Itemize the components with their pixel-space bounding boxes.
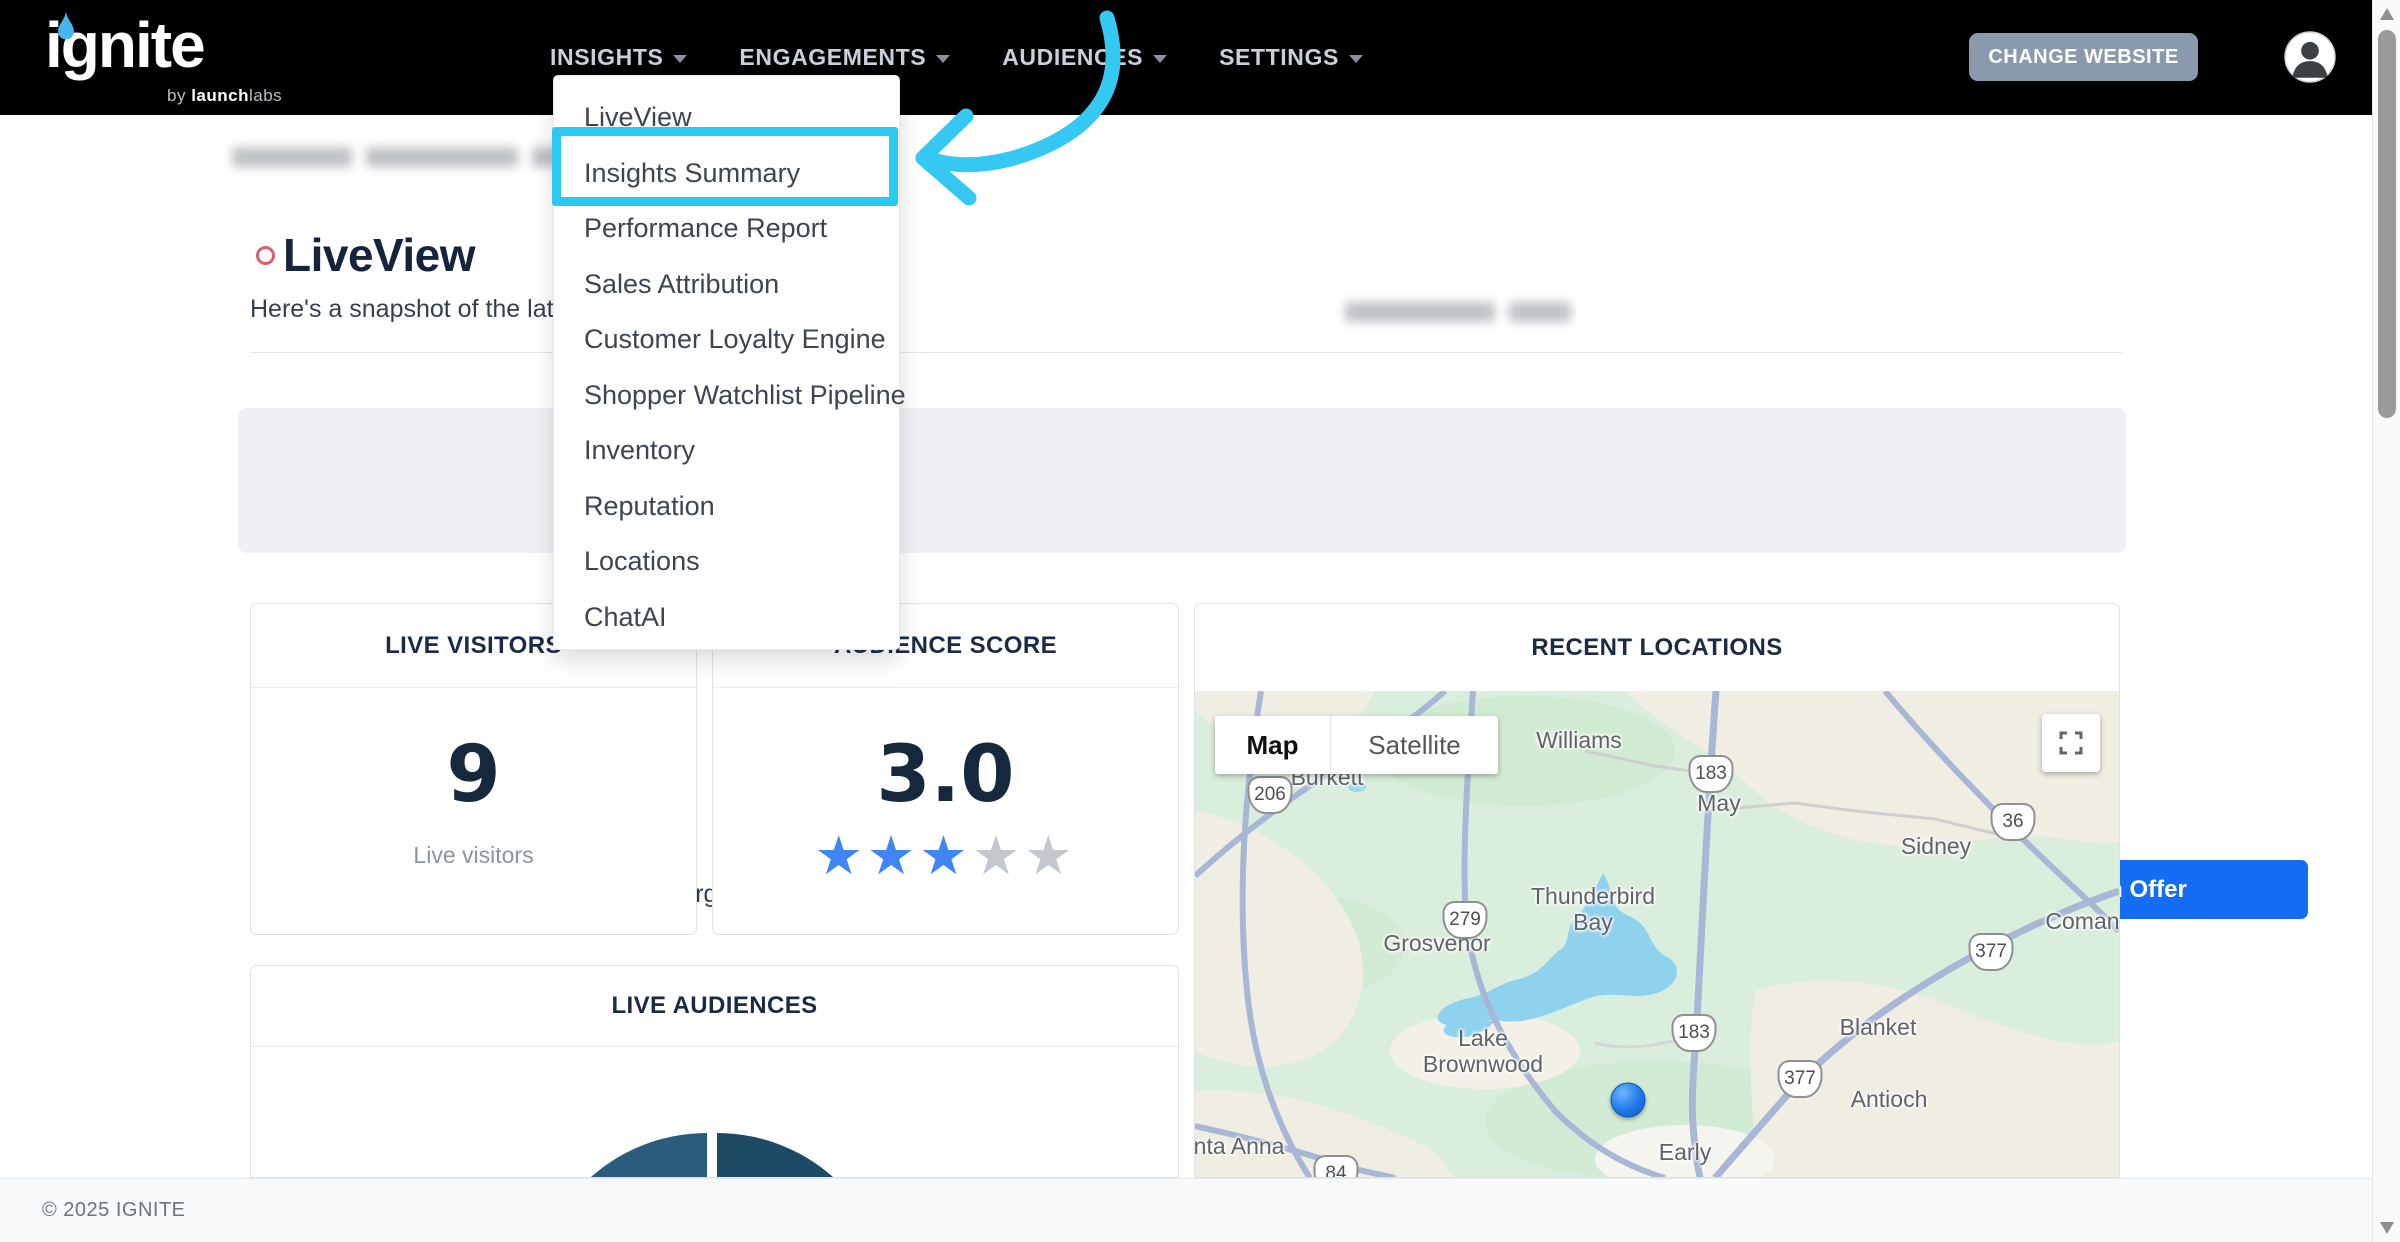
ignite-logo[interactable]: ignite by launchlabs [45,6,285,110]
menu-item-chatai[interactable]: ChatAI [554,590,899,646]
map-type-control: Map Satellite [1215,716,1498,774]
live-audiences-title: LIVE AUDIENCES [251,966,1178,1047]
user-avatar[interactable] [2284,31,2336,83]
nav-item-audiences[interactable]: AUDIENCES [1002,44,1167,71]
fullscreen-icon [2058,730,2084,756]
menu-item-liveview[interactable]: LiveView [554,90,899,146]
flame-icon [54,10,78,49]
live-visitors-label: Live visitors [251,842,696,869]
nav-item-settings[interactable]: SETTINGS [1219,44,1363,71]
recent-locations-card: RECENT LOCATIONS [1194,603,2120,1178]
menu-item-sales-attribution[interactable]: Sales Attribution [554,257,899,313]
nav-item-insights[interactable]: INSIGHTS [550,44,687,71]
offer-banner: Build a targeted offe Build an Offer [238,408,2126,553]
menu-item-insights-summary[interactable]: Insights Summary [554,146,899,202]
scrollbar-thumb[interactable] [2378,30,2396,418]
redacted-text [1345,302,1571,322]
star-icon: ★ [919,826,971,886]
live-audiences-card: LIVE AUDIENCES [250,965,1179,1178]
menu-item-performance-report[interactable]: Performance Report [554,201,899,257]
live-indicator-icon [256,246,275,265]
menu-item-inventory[interactable]: Inventory [554,423,899,479]
caret-down-icon [936,55,950,63]
star-icon: ★ [814,826,866,886]
page-title: LiveView [283,228,475,282]
scroll-up-arrow-icon[interactable] [2380,8,2394,20]
star-rating: ★★★★★ [713,824,1178,887]
audiences-pie-chart [251,1047,1178,1178]
page-subtitle: Here's a snapshot of the late [250,295,567,324]
nav-item-engagements[interactable]: ENGAGEMENTS [739,44,950,71]
top-nav: ignite by launchlabs INSIGHTS ENGAGEMENT… [0,0,2372,115]
change-website-button[interactable]: CHANGE WEBSITE [1969,33,2198,81]
star-icon: ★ [1024,826,1076,886]
fullscreen-button[interactable] [2042,714,2100,772]
insights-dropdown-items: LiveViewInsights SummaryPerformance Repo… [554,90,899,645]
scroll-down-arrow-icon[interactable] [2380,1222,2394,1234]
star-icon: ★ [972,826,1024,886]
audience-score-value: 3.0 [713,730,1178,820]
map-canvas[interactable]: WilliamsBurkettMaySidneyThunderbird BayG… [1195,691,2119,1178]
scrollbar[interactable] [2372,0,2400,1242]
logo-byline: by launchlabs [167,86,282,106]
caret-down-icon [1153,55,1167,63]
live-visitors-value: 9 [251,730,696,820]
menu-item-customer-loyalty-engine[interactable]: Customer Loyalty Engine [554,312,899,368]
caret-down-icon [673,55,687,63]
copyright-text: © 2025 IGNITE [42,1199,186,1222]
star-icon: ★ [867,826,919,886]
caret-down-icon [1349,55,1363,63]
visitor-location-marker[interactable] [1611,1083,1646,1118]
insights-dropdown: LiveViewInsights SummaryPerformance Repo… [553,75,900,650]
menu-item-locations[interactable]: Locations [554,534,899,590]
audience-score-card: AUDIENCE SCORE 3.0 ★★★★★ [712,603,1179,935]
page-footer: © 2025 IGNITE [0,1178,2372,1242]
recent-locations-title: RECENT LOCATIONS [1195,604,2119,692]
divider [250,352,2122,353]
menu-item-shopper-watchlist-pipeline[interactable]: Shopper Watchlist Pipeline [554,368,899,424]
menu-item-reputation[interactable]: Reputation [554,479,899,535]
satellite-view-button[interactable]: Satellite [1330,716,1498,774]
redacted-text [232,147,578,167]
map-view-button[interactable]: Map [1215,716,1330,774]
live-visitors-card: LIVE VISITORS 9 Live visitors [250,603,697,935]
app-screen: ignite by launchlabs INSIGHTS ENGAGEMENT… [0,0,2400,1242]
